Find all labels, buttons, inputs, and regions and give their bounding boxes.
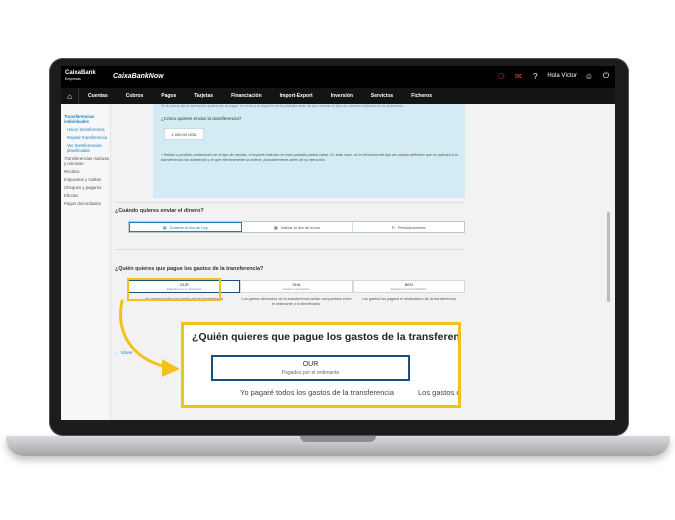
divider [115,249,465,250]
divider [115,202,465,203]
nav-item-tarjetas[interactable]: Tarjetas [185,93,222,99]
nav-item-financiacion[interactable]: Financiación [222,93,271,99]
who-question: ¿Quién quieres que pague los gastos de l… [115,266,264,272]
logo-sub: Empresas [65,77,81,81]
when-option-today[interactable]: ▦ Durante el día de hoy [129,222,242,232]
power-icon[interactable]: ⏻ [601,71,611,81]
who-option-ben[interactable]: BEN Pagados por el beneficiario [352,280,465,293]
laptop-notch [300,436,376,442]
who-option-subtitle: Gastos compartidos [283,287,310,291]
sidebar-subitem-repetir[interactable]: Repetir transferencia [64,135,110,140]
help-icon[interactable]: ? [530,71,540,81]
user-icon[interactable]: ☺ [584,71,594,81]
callout-question: ¿Quién quieres que pague los gastos de l… [192,331,461,343]
nav-item-inversion[interactable]: Inversión [322,93,362,99]
when-option-date[interactable]: ▦ Indicar el día de envío [242,222,354,232]
calendar-icon: ▦ [273,224,278,230]
currency-panel: Si el precio de la operación podrá ser a… [153,104,465,198]
when-option-periodic[interactable]: ↻ Periódicamente [353,222,464,232]
nav-item-ficheros[interactable]: Ficheros [402,93,441,99]
sidebar-item-recibos[interactable]: Recibos [64,169,110,174]
sidebar-item-efectos[interactable]: Efectos [64,193,110,198]
panel-question: ¿Cómo quieres enviar la transferencia? [161,116,242,121]
sidebar-subitem-planificadas[interactable]: Ver transferencias planificadas [64,143,110,153]
brand-name: CaixaBankNow [113,73,164,80]
nav-item-cuentas[interactable]: Cuentas [79,93,117,99]
home-icon[interactable]: ⌂ [61,88,79,104]
top-bar: CaixaBank Empresas CaixaBankNow ⚆ ✉ ? Ho… [61,66,615,88]
sidebar-subitem-hacer[interactable]: Hacer transferencia [64,127,110,132]
highlight-box [127,278,221,301]
when-question: ¿Cuándo quieres enviar el dinero? [115,208,204,214]
callout-description-cut: Los gastos d [418,388,461,397]
zoom-callout: ¿Quién quieres que pague los gastos de l… [181,322,461,408]
nav-item-cobros[interactable]: Cobros [117,93,153,99]
sidebar: Transferencias individuales Hacer transf… [61,104,111,420]
when-option-date-label: Indicar el día de envío [280,224,321,230]
when-options: ▦ Durante el día de hoy ▦ Indicar el día d… [128,221,465,233]
callout-option-our[interactable]: OUR Pagados por el ordenante [211,355,410,381]
callout-option-title: OUR [302,360,319,368]
mail-icon[interactable]: ✉ [513,71,523,81]
laptop-mockup: CaixaBank Empresas CaixaBankNow ⚆ ✉ ? Ho… [0,0,675,520]
who-desc-ben: Los gastos los pagará el destinatario de… [361,297,456,301]
panel-note: * Debido a posibles variaciones en el ti… [161,153,458,162]
callout-option-subtitle: Pagados por el ordenante [281,369,340,376]
when-option-periodic-label: Periódicamente [397,224,426,230]
sidebar-section-transferencias[interactable]: Transferencias individuales [64,114,110,124]
sidebar-item-impuestos[interactable]: Impuestos y multas [64,177,110,182]
panel-top-text: Si el precio de la operación podrá ser a… [161,104,404,108]
bell-icon[interactable]: ⚆ [496,71,506,81]
sidebar-item-domiciliados[interactable]: Pagos domiciliados [64,201,110,206]
who-option-subtitle: Pagados por el beneficiario [390,287,427,291]
nav-item-pagos[interactable]: Pagos [152,93,185,99]
who-desc-sha: Los gastos derivados de la transferencia… [241,297,352,306]
sidebar-item-masivas[interactable]: Transferencias masivas y nóminas [64,156,110,166]
when-option-today-label: Durante el día de hoy [169,224,208,230]
top-icons: ⚆ ✉ ? Hola Víctor ☺ ⏻ [496,71,611,81]
amount-field[interactable]: 1.000,00 USD [164,128,204,140]
scrollbar[interactable] [607,212,610,302]
callout-description: Yo pagaré todos los gastos de la transfe… [240,388,394,397]
repeat-icon: ↻ [391,224,395,230]
calendar-icon: ▦ [162,224,167,230]
user-name: Hola Víctor [547,73,577,79]
who-option-sha[interactable]: SHA Gastos compartidos [240,280,353,293]
nav-item-servicios[interactable]: Servicios [362,93,402,99]
main-nav: ⌂ Cuentas Cobros Pagos Tarjetas Financia… [61,88,615,104]
logo[interactable]: CaixaBank Empresas [65,70,96,82]
sidebar-item-cheques[interactable]: Cheques y pagarés [64,185,110,190]
nav-item-import-export[interactable]: Import-Export [271,93,322,99]
pointer-arrow [119,299,180,377]
